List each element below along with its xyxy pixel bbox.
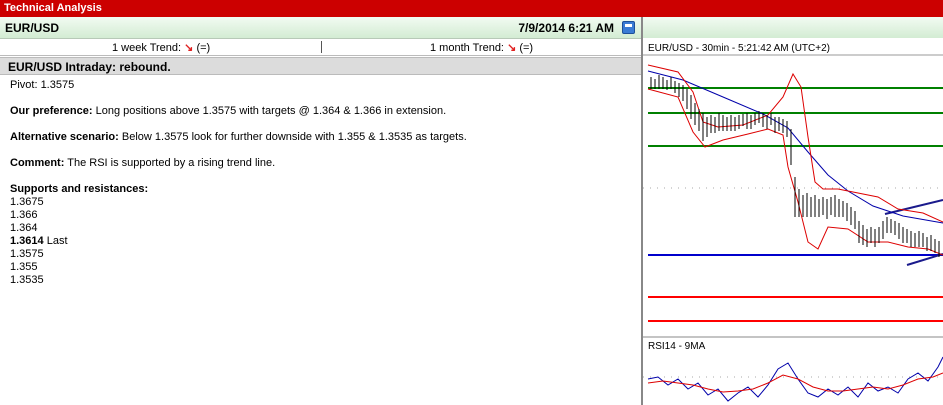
- comment-paragraph: Comment: The RSI is supported by a risin…: [10, 157, 630, 170]
- month-trend-value: (=): [519, 42, 534, 54]
- down-right-arrow-icon: ↘: [184, 42, 194, 54]
- level-value: 1.364: [10, 222, 38, 234]
- last-price-row: 1.3614 Last: [10, 235, 630, 248]
- comment-text: The RSI is supported by a rising trend l…: [64, 157, 276, 169]
- alternative-label: Alternative scenario:: [10, 131, 119, 143]
- week-trend-label: 1 week Trend:: [112, 42, 182, 54]
- last-price: 1.3614: [10, 235, 44, 247]
- week-trend: 1 week Trend: ↘ (=): [112, 41, 210, 54]
- level-value: 1.355: [10, 261, 38, 273]
- alternative-paragraph: Alternative scenario: Below 1.3575 look …: [10, 131, 630, 144]
- level-value: 1.366: [10, 209, 38, 221]
- week-trend-value: (=): [196, 42, 211, 54]
- chart-title: EUR/USD - 30min - 5:21:42 AM (UTC+2): [648, 43, 830, 54]
- sr-heading: Supports and resistances:: [10, 183, 149, 195]
- preference-label: Our preference:: [10, 105, 93, 117]
- analysis-headline: EUR/USD Intraday: rebound.: [8, 60, 171, 74]
- month-trend: 1 month Trend: ↘ (=): [430, 41, 533, 54]
- chart-panel: EUR/USD - 30min - 5:21:42 AM (UTC+2) RSI…: [643, 17, 943, 405]
- last-label: Last: [43, 235, 68, 247]
- analysis-panel: EUR/USD 7/9/2014 6:21 AM 1 week Trend: ↘…: [0, 17, 641, 405]
- datetime-label: 7/9/2014 6:21 AM: [518, 21, 614, 35]
- preference-paragraph: Our preference: Long positions above 1.3…: [10, 105, 630, 118]
- rsi-line: [647, 356, 943, 402]
- level-value: 1.3675: [10, 196, 44, 208]
- preference-text: Long positions above 1.3575 with targets…: [92, 105, 447, 117]
- level-value: 1.3575: [10, 248, 44, 260]
- symbol-header: EUR/USD 7/9/2014 6:21 AM: [0, 17, 641, 39]
- comment-label: Comment:: [10, 157, 65, 169]
- trend-row: 1 week Trend: ↘ (=) 1 month Trend: ↘ (=): [0, 39, 641, 56]
- window-title: Technical Analysis: [0, 0, 943, 17]
- level-value: 1.3535: [10, 274, 44, 286]
- sr-levels: 1.3675 1.366 1.364 1.3614 Last 1.3575 1.…: [10, 196, 630, 287]
- pivot-line: Pivot: 1.3575: [10, 79, 75, 91]
- rsi-title: RSI14 - 9MA: [648, 341, 706, 352]
- save-icon[interactable]: [622, 21, 635, 34]
- trend-divider: [321, 41, 322, 53]
- price-bars: [650, 75, 940, 257]
- month-trend-label: 1 month Trend:: [430, 42, 504, 54]
- analysis-headline-bar: EUR/USD Intraday: rebound.: [0, 57, 641, 75]
- alternative-text: Below 1.3575 look for further downside w…: [118, 131, 467, 143]
- down-right-arrow-icon: ↘: [507, 42, 517, 54]
- analysis-body: Pivot: 1.3575 Our preference: Long posit…: [10, 79, 630, 287]
- symbol-label: EUR/USD: [5, 21, 60, 35]
